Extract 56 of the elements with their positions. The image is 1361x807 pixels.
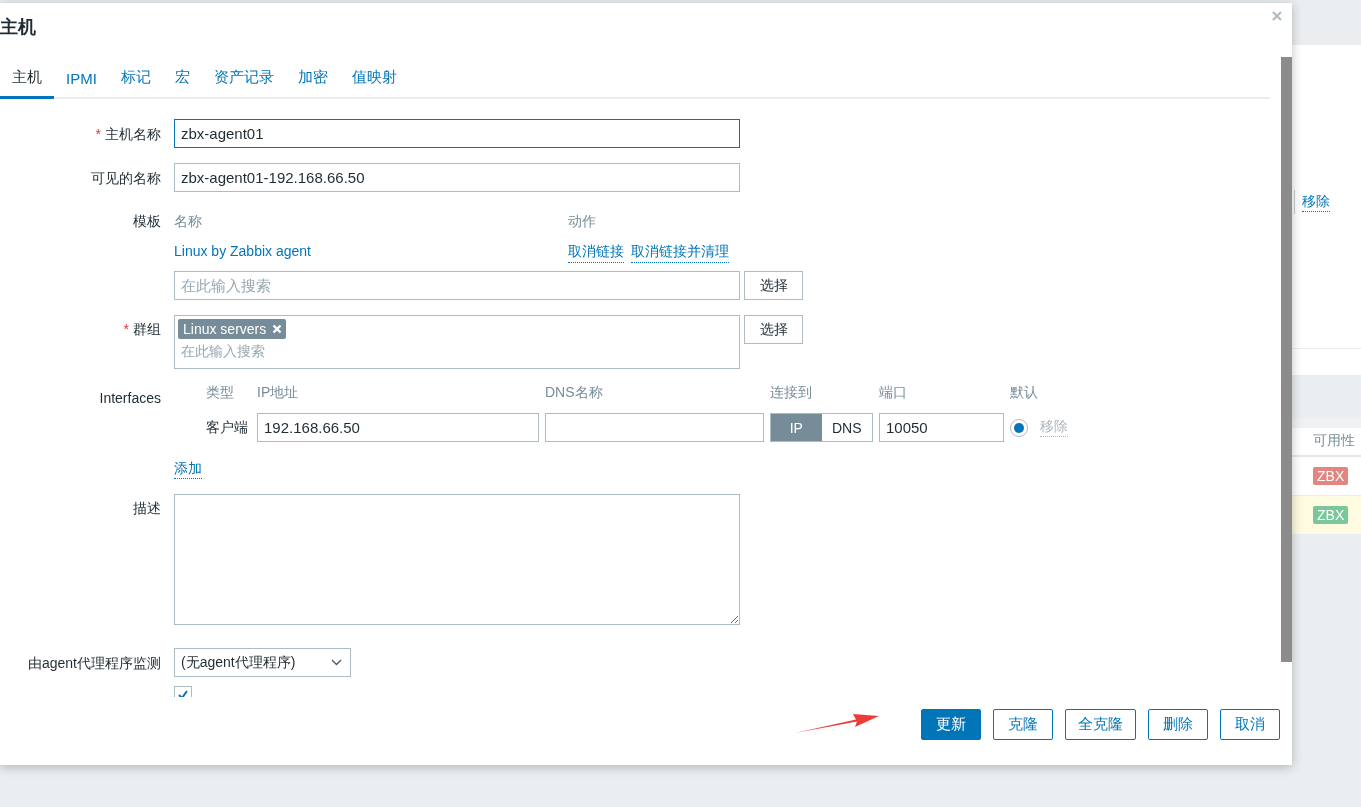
template-search-field[interactable]: 在此输入搜索 bbox=[174, 271, 740, 300]
scrollbar[interactable] bbox=[1281, 57, 1292, 662]
caret-icon bbox=[331, 659, 342, 666]
tab[interactable]: 加密 bbox=[285, 68, 340, 99]
select-button[interactable]: 选择 bbox=[744, 315, 803, 344]
dialog-button[interactable]: 取消 bbox=[1220, 709, 1280, 740]
column-header: 可用性 bbox=[1313, 430, 1355, 450]
dns-field[interactable] bbox=[545, 413, 764, 442]
field-label: 群组 bbox=[133, 321, 161, 337]
interface-type: 客户端 bbox=[205, 418, 249, 437]
column-header: 动作 bbox=[568, 212, 597, 231]
visible-name-field[interactable]: zbx-agent01-192.168.66.50 bbox=[174, 163, 740, 192]
tab[interactable]: 值映射 bbox=[339, 68, 409, 99]
select-button[interactable]: 选择 bbox=[744, 271, 803, 300]
field-label: 模板 bbox=[133, 213, 161, 229]
add-link[interactable]: 添加 bbox=[174, 460, 202, 479]
port-field[interactable]: 10050 bbox=[879, 413, 1004, 442]
ip-field[interactable]: 192.168.66.50 bbox=[257, 413, 539, 442]
field-label: 描述 bbox=[133, 500, 161, 516]
group-tag: Linux servers bbox=[178, 319, 287, 339]
dialog-button[interactable]: 更新 bbox=[921, 709, 981, 740]
dialog-button[interactable]: 删除 bbox=[1148, 709, 1208, 740]
proxy-dropdown[interactable]: (无agent代理程序) bbox=[174, 648, 351, 677]
host-name-field[interactable]: zbx-agent01 bbox=[174, 119, 740, 148]
remove-link[interactable]: 移除 bbox=[1302, 192, 1330, 212]
remove-icon[interactable] bbox=[272, 324, 283, 334]
dialog-title: 主机 bbox=[0, 16, 36, 39]
dialog-button[interactable]: 克隆 bbox=[993, 709, 1053, 740]
field-label: Interfaces bbox=[99, 390, 161, 406]
description-field[interactable] bbox=[174, 494, 740, 625]
field-label: 可见的名称 bbox=[91, 169, 161, 186]
action-link[interactable]: 取消链接 bbox=[568, 240, 624, 263]
required-mark: * bbox=[123, 321, 129, 337]
action-link[interactable]: 取消链接并清理 bbox=[631, 240, 729, 263]
tab[interactable]: IPMI bbox=[54, 70, 109, 99]
dialog-button[interactable]: 全克隆 bbox=[1065, 709, 1136, 740]
column-header: 默认 bbox=[1010, 384, 1039, 402]
tab[interactable]: 主机 bbox=[0, 68, 54, 99]
column-header: 连接到 bbox=[770, 384, 813, 402]
tab[interactable]: 标记 bbox=[108, 68, 163, 99]
group-select-field[interactable]: Linux servers 在此输入搜索 bbox=[174, 315, 740, 369]
required-mark: * bbox=[95, 125, 101, 142]
status-badge: ZBX bbox=[1313, 467, 1349, 485]
connect-toggle[interactable]: IP bbox=[771, 414, 822, 441]
tab[interactable]: 宏 bbox=[162, 68, 202, 99]
column-header: 端口 bbox=[879, 384, 908, 402]
column-header: 名称 bbox=[174, 212, 203, 231]
tab[interactable]: 资产记录 bbox=[201, 68, 286, 99]
column-header: DNS名称 bbox=[545, 384, 604, 402]
status-badge: ZBX bbox=[1313, 506, 1349, 524]
close-icon[interactable] bbox=[1272, 11, 1282, 21]
field-label: 主机名称 bbox=[105, 125, 161, 142]
template-link[interactable]: Linux by Zabbix agent bbox=[174, 240, 568, 263]
field-label: 由agent代理程序监测 bbox=[27, 654, 161, 671]
column-header: 类型 bbox=[205, 384, 235, 402]
column-header: IP地址 bbox=[257, 384, 300, 402]
